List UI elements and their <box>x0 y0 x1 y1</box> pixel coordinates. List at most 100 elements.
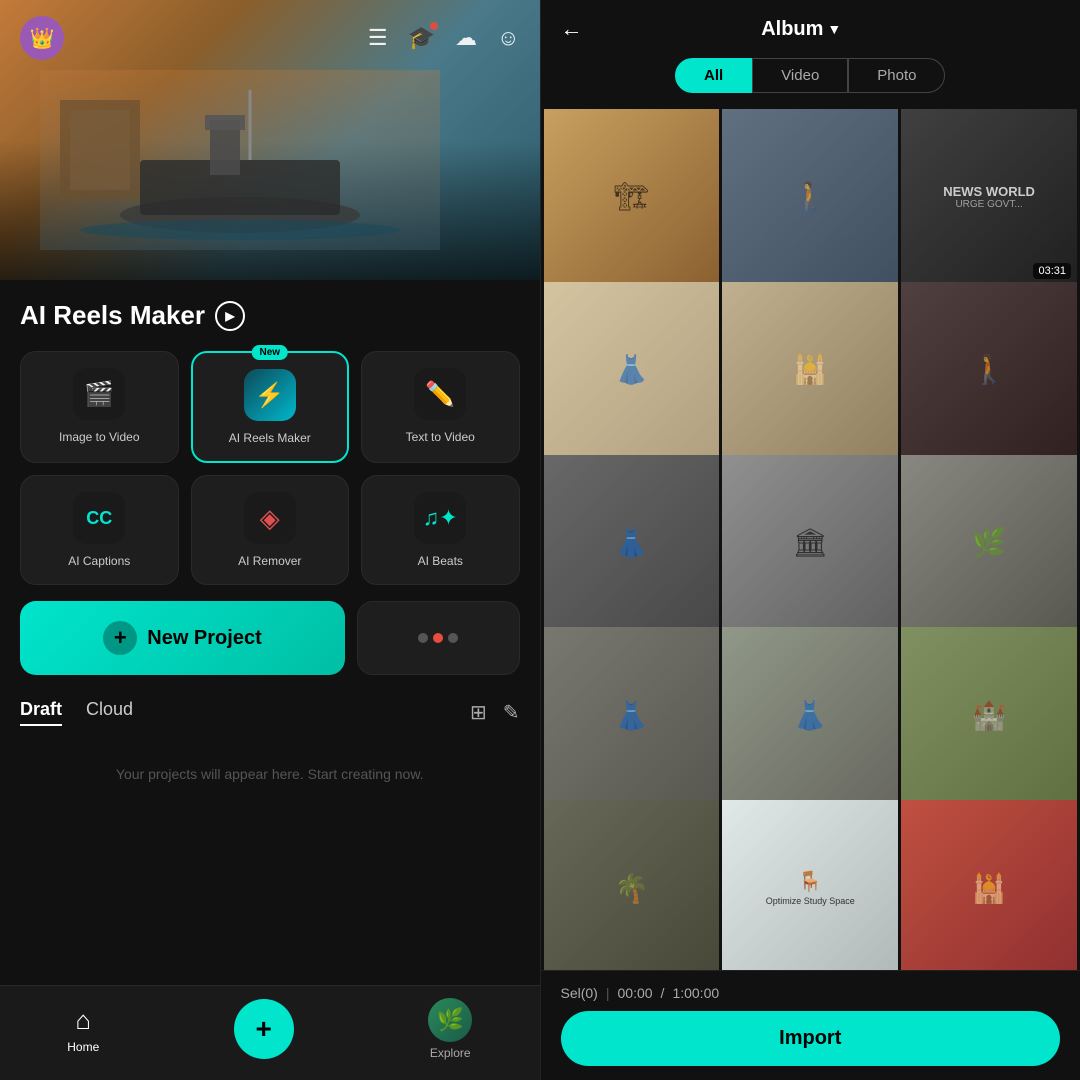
text-to-video-icon: ✏️ <box>414 368 466 420</box>
add-button[interactable]: + <box>234 999 294 1059</box>
selection-info: Sel(0) | 00:00 / 1:00:00 <box>561 985 1061 1001</box>
ai-beats-label: AI Beats <box>418 554 463 568</box>
notifications-icon[interactable]: 🎓 <box>408 25 435 51</box>
edit-icon[interactable]: ✎ <box>503 700 520 725</box>
photo-4-content: 👗 <box>544 282 720 458</box>
grid-view-icon[interactable]: ⊞ <box>470 700 487 725</box>
tab-cloud[interactable]: Cloud <box>86 699 133 726</box>
photo-cell-4[interactable]: 👗 <box>544 282 720 458</box>
content-area: AI Reels Maker ▶ 🎬 Image to Video New ⚡ … <box>0 280 540 985</box>
dot1 <box>418 633 428 643</box>
ai-captions-icon: CC <box>73 492 125 544</box>
tabs-left: Draft Cloud <box>20 699 133 726</box>
ai-beats-icon: ♫✦ <box>414 492 466 544</box>
photo-cell-11[interactable]: 👗 <box>722 627 898 803</box>
more-options-card[interactable] <box>357 601 520 675</box>
nav-add[interactable]: + <box>234 999 294 1059</box>
nav-explore[interactable]: 🌿 Explore <box>428 998 472 1060</box>
image-to-video-icon: 🎬 <box>73 368 125 420</box>
tool-card-ai-captions[interactable]: CC AI Captions <box>20 475 179 585</box>
photo-2-content: 🚶 <box>722 109 898 285</box>
tool-card-text-to-video[interactable]: ✏️ Text to Video <box>361 351 520 463</box>
tool-card-ai-beats[interactable]: ♫✦ AI Beats <box>361 475 520 585</box>
tool-card-ai-reels-maker[interactable]: New ⚡ AI Reels Maker <box>191 351 350 463</box>
time-divider-icon: / <box>661 985 665 1001</box>
profile-icon[interactable]: ☺ <box>497 25 519 51</box>
top-right-icons: ☰ 🎓 ☁ ☺ <box>368 25 520 51</box>
photo-cell-14[interactable]: 🪑 Optimize Study Space <box>722 800 898 970</box>
time-current: 00:00 <box>618 985 653 1001</box>
photo-cell-5[interactable]: 🕌 <box>722 282 898 458</box>
dot2 <box>433 633 443 643</box>
import-button[interactable]: Import <box>561 1011 1061 1066</box>
photo-1-content: 🏗 <box>544 109 720 285</box>
dot3 <box>448 633 458 643</box>
photo-10-content: 👗 <box>544 627 720 803</box>
photo-cell-6[interactable]: 🚶 <box>901 282 1077 458</box>
photo-cell-7[interactable]: 👗 <box>544 455 720 631</box>
photo-cell-1[interactable]: 🏗 <box>544 109 720 285</box>
filter-video[interactable]: Video <box>752 58 848 93</box>
new-project-button[interactable]: + New Project <box>20 601 345 675</box>
photo-13-content: 🌴 <box>544 800 720 970</box>
home-icon: ⌂ <box>75 1005 91 1036</box>
crown-button[interactable]: 👑 <box>20 16 64 60</box>
bottom-nav: ⌂ Home + 🌿 Explore <box>0 985 540 1080</box>
ship-illustration <box>40 70 440 250</box>
ai-remover-icon: ◈ <box>244 492 296 544</box>
bottom-row: + New Project <box>20 601 520 675</box>
photo-3-content: NEWS WORLD URGE GOVT... <box>901 109 1077 285</box>
left-panel: 👑 ☰ 🎓 ☁ ☺ AI Reels Maker ▶ 🎬 Image to Vi… <box>0 0 540 1080</box>
menu-icon[interactable]: ☰ <box>368 25 388 51</box>
photo-cell-13[interactable]: 🌴 <box>544 800 720 970</box>
explore-label: Explore <box>430 1046 471 1060</box>
tabs-icons: ⊞ ✎ <box>470 700 520 725</box>
photo-cell-12[interactable]: 🏰 <box>901 627 1077 803</box>
photo-cell-8[interactable]: 🏛 <box>722 455 898 631</box>
hero-image: 👑 ☰ 🎓 ☁ ☺ <box>0 0 540 280</box>
photo-8-content: 🏛 <box>722 455 898 631</box>
image-to-video-label: Image to Video <box>59 430 140 444</box>
section-title: AI Reels Maker ▶ <box>20 300 520 331</box>
photo-9-content: 🌿 <box>901 455 1077 631</box>
photo-cell-15[interactable]: 🕌 <box>901 800 1077 970</box>
sel-divider: | <box>606 985 610 1001</box>
new-project-label: New Project <box>147 627 261 650</box>
plus-icon: + <box>103 621 137 655</box>
album-footer: Sel(0) | 00:00 / 1:00:00 Import <box>541 970 1080 1080</box>
section-title-text: AI Reels Maker <box>20 300 205 331</box>
sel-count: Sel(0) <box>561 985 598 1001</box>
play-icon[interactable]: ▶ <box>215 301 245 331</box>
album-title: Album ▼ <box>761 18 841 41</box>
new-badge: New <box>251 345 288 360</box>
filter-all[interactable]: All <box>675 58 752 93</box>
text-to-video-label: Text to Video <box>406 430 475 444</box>
photo-11-content: 👗 <box>722 627 898 803</box>
back-button[interactable]: ← <box>561 16 583 42</box>
album-title-text: Album <box>761 18 823 41</box>
home-label: Home <box>67 1040 99 1054</box>
tool-card-ai-remover[interactable]: ◈ AI Remover <box>191 475 350 585</box>
photo-7-content: 👗 <box>544 455 720 631</box>
tab-draft[interactable]: Draft <box>20 699 62 726</box>
cloud-icon[interactable]: ☁ <box>455 25 477 51</box>
album-header: ← Album ▼ <box>541 0 1080 58</box>
photo-cell-9[interactable]: 🌿 <box>901 455 1077 631</box>
right-panel: ← Album ▼ All Video Photo 🏗 🚶 NEWS WORLD… <box>541 0 1080 1080</box>
nav-home[interactable]: ⌂ Home <box>67 1005 99 1054</box>
crown-icon: 👑 <box>30 26 55 51</box>
photo-cell-10[interactable]: 👗 <box>544 627 720 803</box>
ai-captions-label: AI Captions <box>68 554 130 568</box>
tools-grid: 🎬 Image to Video New ⚡ AI Reels Maker ✏️… <box>20 351 520 585</box>
ai-remover-label: AI Remover <box>238 554 301 568</box>
photo-14-content: 🪑 Optimize Study Space <box>722 800 898 970</box>
photo-cell-2[interactable]: 🚶 <box>722 109 898 285</box>
filter-tabs: All Video Photo <box>561 58 1061 93</box>
filter-photo[interactable]: Photo <box>848 58 945 93</box>
photo-12-content: 🏰 <box>901 627 1077 803</box>
photo-cell-3[interactable]: NEWS WORLD URGE GOVT... 03:31 <box>901 109 1077 285</box>
tool-card-image-to-video[interactable]: 🎬 Image to Video <box>20 351 179 463</box>
top-bar: 👑 ☰ 🎓 ☁ ☺ <box>0 0 540 76</box>
empty-message: Your projects will appear here. Start cr… <box>20 766 520 782</box>
chevron-down-icon[interactable]: ▼ <box>827 21 841 37</box>
